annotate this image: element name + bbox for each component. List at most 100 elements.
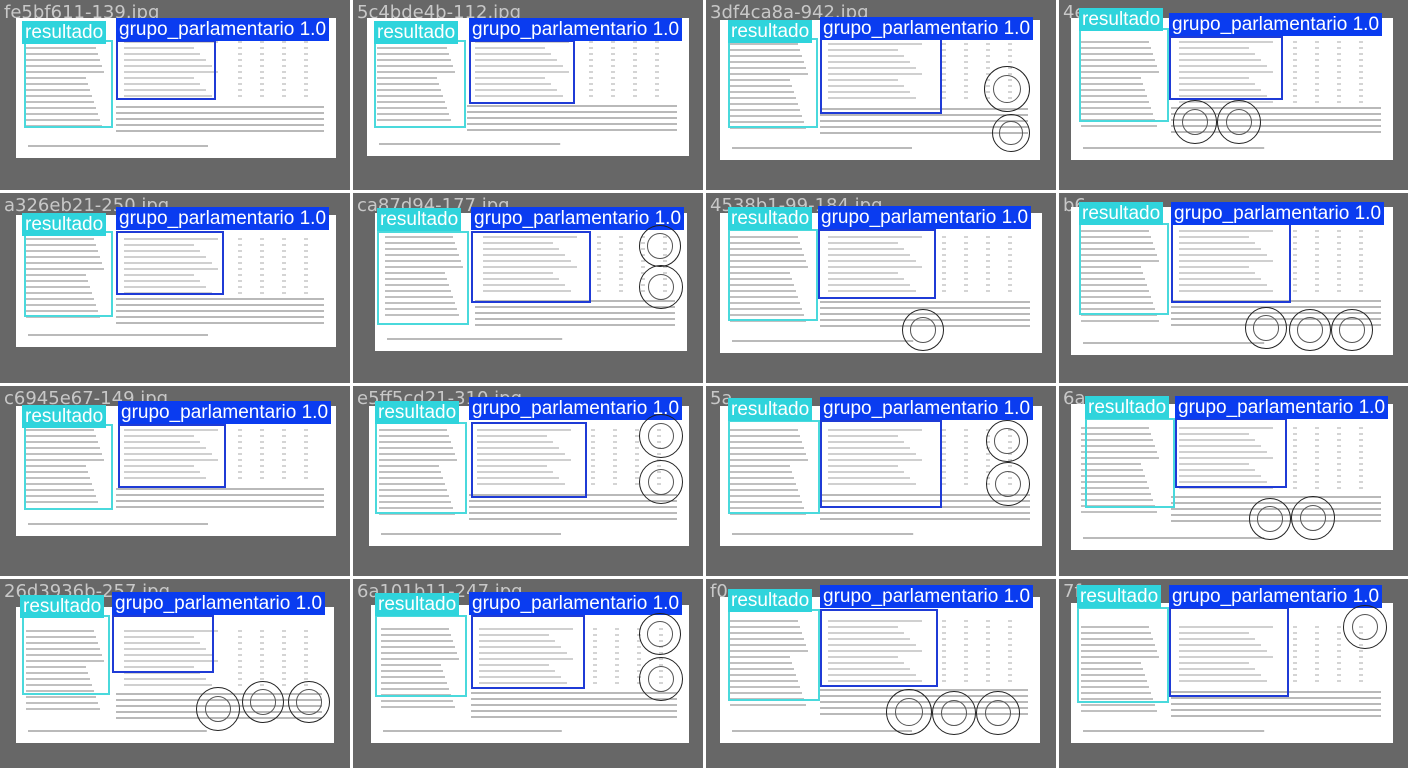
stamp-seal (639, 265, 683, 309)
grupo-parlamentario-label: grupo_parlamentario 1.0 (1175, 396, 1389, 419)
resultado-bounding-box (375, 422, 467, 514)
grupo-parlamentario-bounding-box (471, 231, 591, 303)
stamp-seal (639, 657, 683, 701)
grupo-parlamentario-bounding-box (471, 422, 587, 498)
grupo-parlamentario-label: grupo_parlamentario 1.0 (820, 397, 1034, 420)
grupo-parlamentario-bounding-box (116, 231, 224, 295)
stamp-seal (1173, 100, 1217, 144)
resultado-label: resultado (728, 589, 813, 612)
result-tile[interactable]: 26d3936b-257.jpg resultado grupo_parlame… (0, 579, 350, 768)
resultado-bounding-box (22, 615, 110, 695)
resultado-label: resultado (728, 20, 813, 43)
grupo-parlamentario-bounding-box (820, 38, 942, 114)
resultado-label: resultado (1077, 585, 1162, 608)
resultado-bounding-box (24, 40, 113, 128)
resultado-bounding-box (24, 231, 113, 317)
resultado-bounding-box (1085, 418, 1175, 508)
result-tile[interactable]: 5c4bde4b-112.jpg resultado grupo_parlame… (353, 0, 703, 190)
stamp-seal (1217, 100, 1261, 144)
resultado-label: resultado (374, 21, 459, 44)
grupo-parlamentario-bounding-box (469, 40, 575, 104)
result-tile[interactable]: 7f resultado grupo_parlamentario 1.0 (1059, 579, 1408, 768)
result-tile[interactable]: 6a101b11-247.jpg resultado grupo_parlame… (353, 579, 703, 768)
resultado-bounding-box (377, 231, 469, 325)
result-tile[interactable]: c6945e67-149.jpg resultado grupo_parlame… (0, 386, 350, 576)
stamp-seal (1331, 309, 1373, 351)
stamp-seal (902, 309, 944, 351)
grupo-parlamentario-label: grupo_parlamentario 1.0 (820, 17, 1034, 40)
resultado-bounding-box (1077, 607, 1169, 703)
resultado-label: resultado (1079, 8, 1164, 31)
resultado-bounding-box (728, 229, 818, 321)
grupo-parlamentario-bounding-box (1169, 607, 1289, 697)
grupo-parlamentario-bounding-box (116, 40, 216, 100)
grupo-parlamentario-bounding-box (820, 420, 942, 508)
stamp-seal (886, 689, 932, 735)
stamp-seal (932, 691, 976, 735)
resultado-label: resultado (1085, 396, 1170, 419)
grupo-parlamentario-bounding-box (1169, 36, 1283, 100)
result-tile[interactable]: 3df4ca8a-942.jpg resultado grupo_parlame… (706, 0, 1056, 190)
result-tile[interactable]: 6a resultado grupo_parlamentario 1.0 (1059, 386, 1408, 576)
stamp-seal (976, 691, 1020, 735)
grupo-parlamentario-bounding-box (118, 424, 226, 488)
stamp-seal (1245, 307, 1287, 349)
resultado-bounding-box (24, 424, 113, 510)
stamp-seal (639, 414, 683, 458)
stamp-seal (1291, 496, 1335, 540)
resultado-bounding-box (728, 38, 818, 128)
stamp-seal (1343, 605, 1387, 649)
grupo-parlamentario-bounding-box (818, 229, 936, 299)
resultado-label: resultado (22, 213, 107, 236)
grupo-parlamentario-label: grupo_parlamentario 1.0 (118, 401, 332, 424)
result-tile[interactable]: b6 resultado grupo_parlamentario 1.0 (1059, 193, 1408, 383)
stamp-seal (986, 420, 1028, 462)
stamp-seal (992, 114, 1030, 152)
result-tile[interactable]: f0 resultado grupo_parlamentario 1.0 (706, 579, 1056, 768)
resultado-bounding-box (1079, 28, 1169, 122)
resultado-label: resultado (375, 593, 460, 616)
result-tile[interactable]: 4e resultado grupo_parlamentario 1.0 (1059, 0, 1408, 190)
stamp-seal (984, 66, 1030, 112)
stamp-seal (639, 225, 681, 267)
grupo-parlamentario-bounding-box (1175, 418, 1287, 488)
resultado-label: resultado (728, 207, 813, 230)
grupo-parlamentario-label: grupo_parlamentario 1.0 (469, 592, 683, 615)
result-tile[interactable]: fe5bf611-139.jpg resultado grupo_parlame… (0, 0, 350, 190)
resultado-label: resultado (728, 398, 813, 421)
resultado-bounding-box (375, 615, 467, 697)
result-tile[interactable]: ca87d94-177.jpg resultado grupo_parlamen… (353, 193, 703, 383)
grupo-parlamentario-label: grupo_parlamentario 1.0 (1169, 13, 1383, 36)
stamp-seal (196, 687, 240, 731)
result-tile[interactable]: a326eb21-250.jpg resultado grupo_parlame… (0, 193, 350, 383)
resultado-label: resultado (20, 595, 105, 618)
grupo-parlamentario-label: grupo_parlamentario 1.0 (818, 206, 1032, 229)
stamp-seal (986, 462, 1030, 506)
stamp-seal (288, 681, 330, 723)
resultado-label: resultado (377, 208, 462, 231)
resultado-bounding-box (728, 609, 820, 701)
grupo-parlamentario-label: grupo_parlamentario 1.0 (1169, 585, 1383, 608)
resultado-bounding-box (374, 40, 466, 128)
grupo-parlamentario-bounding-box (471, 615, 585, 689)
resultado-label: resultado (1079, 202, 1164, 225)
grupo-parlamentario-bounding-box (112, 615, 214, 673)
stamp-seal (639, 613, 681, 655)
grupo-parlamentario-bounding-box (1171, 223, 1291, 303)
grupo-parlamentario-bounding-box (820, 609, 938, 687)
grupo-parlamentario-label: grupo_parlamentario 1.0 (116, 18, 330, 41)
result-tile[interactable]: 5a resultado grupo_parlamentario 1.0 (706, 386, 1056, 576)
grupo-parlamentario-label: grupo_parlamentario 1.0 (1171, 202, 1385, 225)
resultado-label: resultado (375, 401, 460, 424)
resultado-bounding-box (728, 420, 820, 514)
grupo-parlamentario-label: grupo_parlamentario 1.0 (469, 18, 683, 41)
grupo-parlamentario-label: grupo_parlamentario 1.0 (820, 585, 1034, 608)
detection-results-grid: fe5bf611-139.jpg resultado grupo_parlame… (0, 0, 1408, 768)
stamp-seal (242, 681, 284, 723)
stamp-seal (1289, 309, 1331, 351)
result-tile[interactable]: e5ff5cd21-310.jpg resultado grupo_parlam… (353, 386, 703, 576)
grupo-parlamentario-label: grupo_parlamentario 1.0 (116, 207, 330, 230)
stamp-seal (1249, 498, 1291, 540)
stamp-seal (639, 460, 683, 504)
result-tile[interactable]: 4538b1-99-184.jpg resultado grupo_parlam… (706, 193, 1056, 383)
